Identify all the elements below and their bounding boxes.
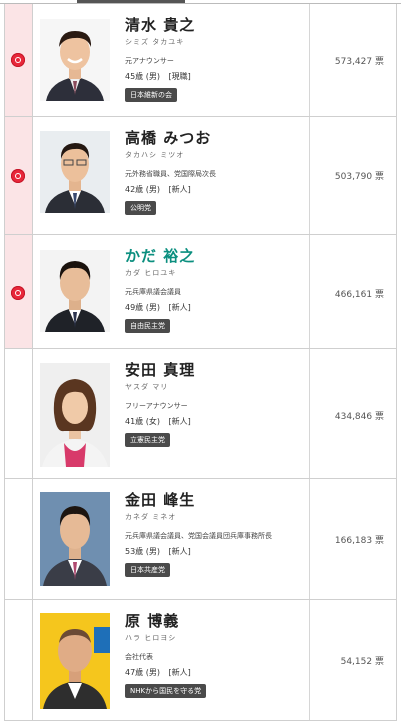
vote-unit: 票: [374, 657, 384, 667]
candidate-status: [新人]: [168, 547, 191, 556]
candidate-kana: ハラ ヒロヨシ: [125, 634, 177, 642]
vote-count: 503,790 票: [335, 169, 384, 182]
candidate-age: 53歳 (男): [125, 547, 160, 556]
votes-divider: [309, 479, 310, 599]
vote-count: 166,183 票: [335, 533, 384, 546]
candidate-career: 元アナウンサー: [125, 57, 174, 65]
party-badge: NHKから国民を守る党: [125, 684, 207, 698]
candidate-status: [新人]: [168, 417, 191, 426]
rose-icon: [11, 286, 25, 300]
candidate-age: 47歳 (男): [125, 668, 160, 677]
candidate-age: 41歳 (女): [125, 417, 160, 426]
candidate-name[interactable]: 清水 貴之: [125, 16, 195, 34]
candidate-photo: [40, 363, 110, 467]
vote-unit: 票: [374, 172, 384, 182]
vote-unit: 票: [374, 290, 384, 300]
candidate-status: [新人]: [168, 303, 191, 312]
candidate-photo: [40, 613, 110, 709]
marker-cell: [5, 479, 33, 599]
elected-marker-cell: [5, 4, 33, 116]
candidate-age: 49歳 (男): [125, 303, 160, 312]
candidate-age: 42歳 (男): [125, 185, 160, 194]
rose-icon: [11, 53, 25, 67]
candidate-row[interactable]: 金田 峰生 カネダ ミネオ 元兵庫県議会議員、党国会議員団兵庫事務所長 53歳 …: [4, 479, 397, 600]
vote-number: 166,183: [334, 536, 373, 546]
vote-number: 54,152: [340, 657, 373, 667]
candidate-name[interactable]: 原 博義: [125, 612, 206, 630]
candidate-age-status: 45歳 (男) [現職]: [125, 71, 195, 82]
votes-divider: [309, 235, 310, 348]
party-badge: 日本維新の会: [125, 88, 177, 102]
vote-number: 434,846: [334, 412, 373, 422]
votes-divider: [309, 600, 310, 720]
candidate-row[interactable]: 高橋 みつお タカハシ ミツオ 元外務省職員、党国際局次長 42歳 (男) [新…: [4, 117, 397, 235]
vote-number: 573,427: [334, 57, 373, 67]
candidate-career: 会社代表: [125, 653, 153, 661]
marker-cell: [5, 349, 33, 478]
candidate-status: [新人]: [168, 668, 191, 677]
vote-unit: 票: [374, 536, 384, 546]
candidate-name[interactable]: 高橋 みつお: [125, 129, 216, 147]
candidate-status: [新人]: [168, 185, 191, 194]
party-badge: 自由民主党: [125, 319, 170, 333]
candidate-age: 45歳 (男): [125, 72, 160, 81]
candidate-age-status: 53歳 (男) [新人]: [125, 546, 272, 557]
vote-number: 503,790: [334, 172, 373, 182]
party-badge: 日本共産党: [125, 563, 170, 577]
candidate-row[interactable]: かだ 裕之 カダ ヒロユキ 元兵庫県議会議員 49歳 (男) [新人] 自由民主…: [4, 235, 397, 349]
elected-marker-cell: [5, 235, 33, 348]
candidate-age-status: 47歳 (男) [新人]: [125, 667, 206, 678]
vote-unit: 票: [374, 412, 384, 422]
vote-count: 573,427 票: [335, 54, 384, 67]
candidate-info: 原 博義 ハラ ヒロヨシ 会社代表 47歳 (男) [新人] NHKから国民を守…: [125, 612, 207, 698]
candidate-info: 金田 峰生 カネダ ミネオ 元兵庫県議会議員、党国会議員団兵庫事務所長 53歳 …: [125, 491, 272, 577]
candidate-career: 元兵庫県議会議員: [125, 288, 181, 296]
candidate-info: 高橋 みつお タカハシ ミツオ 元外務省職員、党国際局次長 42歳 (男) [新…: [125, 129, 216, 215]
candidate-info: 安田 真理 ヤスダ マリ フリーアナウンサー 41歳 (女) [新人] 立憲民主…: [125, 361, 195, 447]
candidate-list: 清水 貴之 シミズ タカユキ 元アナウンサー 45歳 (男) [現職] 日本維新…: [4, 4, 397, 721]
candidate-kana: カダ ヒロユキ: [125, 269, 177, 277]
candidate-career: フリーアナウンサー: [125, 402, 188, 410]
candidate-info: かだ 裕之 カダ ヒロユキ 元兵庫県議会議員 49歳 (男) [新人] 自由民主…: [125, 247, 195, 333]
candidate-photo: [40, 19, 110, 101]
candidate-age-status: 49歳 (男) [新人]: [125, 302, 195, 313]
candidate-name[interactable]: 金田 峰生: [125, 491, 272, 509]
candidate-age-status: 41歳 (女) [新人]: [125, 416, 195, 427]
candidate-photo: [40, 492, 110, 586]
rose-icon: [11, 169, 25, 183]
votes-divider: [309, 117, 310, 234]
candidate-age-status: 42歳 (男) [新人]: [125, 184, 216, 195]
party-badge: 公明党: [125, 201, 156, 215]
candidate-kana: カネダ ミネオ: [125, 513, 177, 521]
candidate-row[interactable]: 原 博義 ハラ ヒロヨシ 会社代表 47歳 (男) [新人] NHKから国民を守…: [4, 600, 397, 721]
candidate-row[interactable]: 清水 貴之 シミズ タカユキ 元アナウンサー 45歳 (男) [現職] 日本維新…: [4, 4, 397, 117]
candidate-kana: タカハシ ミツオ: [125, 151, 185, 159]
marker-cell: [5, 600, 33, 720]
vote-count: 434,846 票: [335, 409, 384, 422]
candidate-name[interactable]: 安田 真理: [125, 361, 195, 379]
candidate-career: 元兵庫県議会議員、党国会議員団兵庫事務所長: [125, 532, 272, 540]
votes-divider: [309, 4, 310, 116]
votes-divider: [309, 349, 310, 478]
party-badge: 立憲民主党: [125, 433, 170, 447]
candidate-photo: [40, 250, 110, 332]
vote-count: 466,161 票: [335, 287, 384, 300]
vote-count: 54,152 票: [341, 654, 384, 667]
candidate-career: 元外務省職員、党国際局次長: [125, 170, 216, 178]
candidate-info: 清水 貴之 シミズ タカユキ 元アナウンサー 45歳 (男) [現職] 日本維新…: [125, 16, 195, 102]
candidate-row[interactable]: 安田 真理 ヤスダ マリ フリーアナウンサー 41歳 (女) [新人] 立憲民主…: [4, 349, 397, 479]
candidate-photo: [40, 131, 110, 213]
elected-marker-cell: [5, 117, 33, 234]
vote-unit: 票: [374, 57, 384, 67]
vote-number: 466,161: [334, 290, 373, 300]
candidate-kana: シミズ タカユキ: [125, 38, 185, 46]
candidate-kana: ヤスダ マリ: [125, 383, 169, 391]
candidate-status: [現職]: [168, 72, 191, 81]
candidate-name[interactable]: かだ 裕之: [125, 247, 195, 265]
